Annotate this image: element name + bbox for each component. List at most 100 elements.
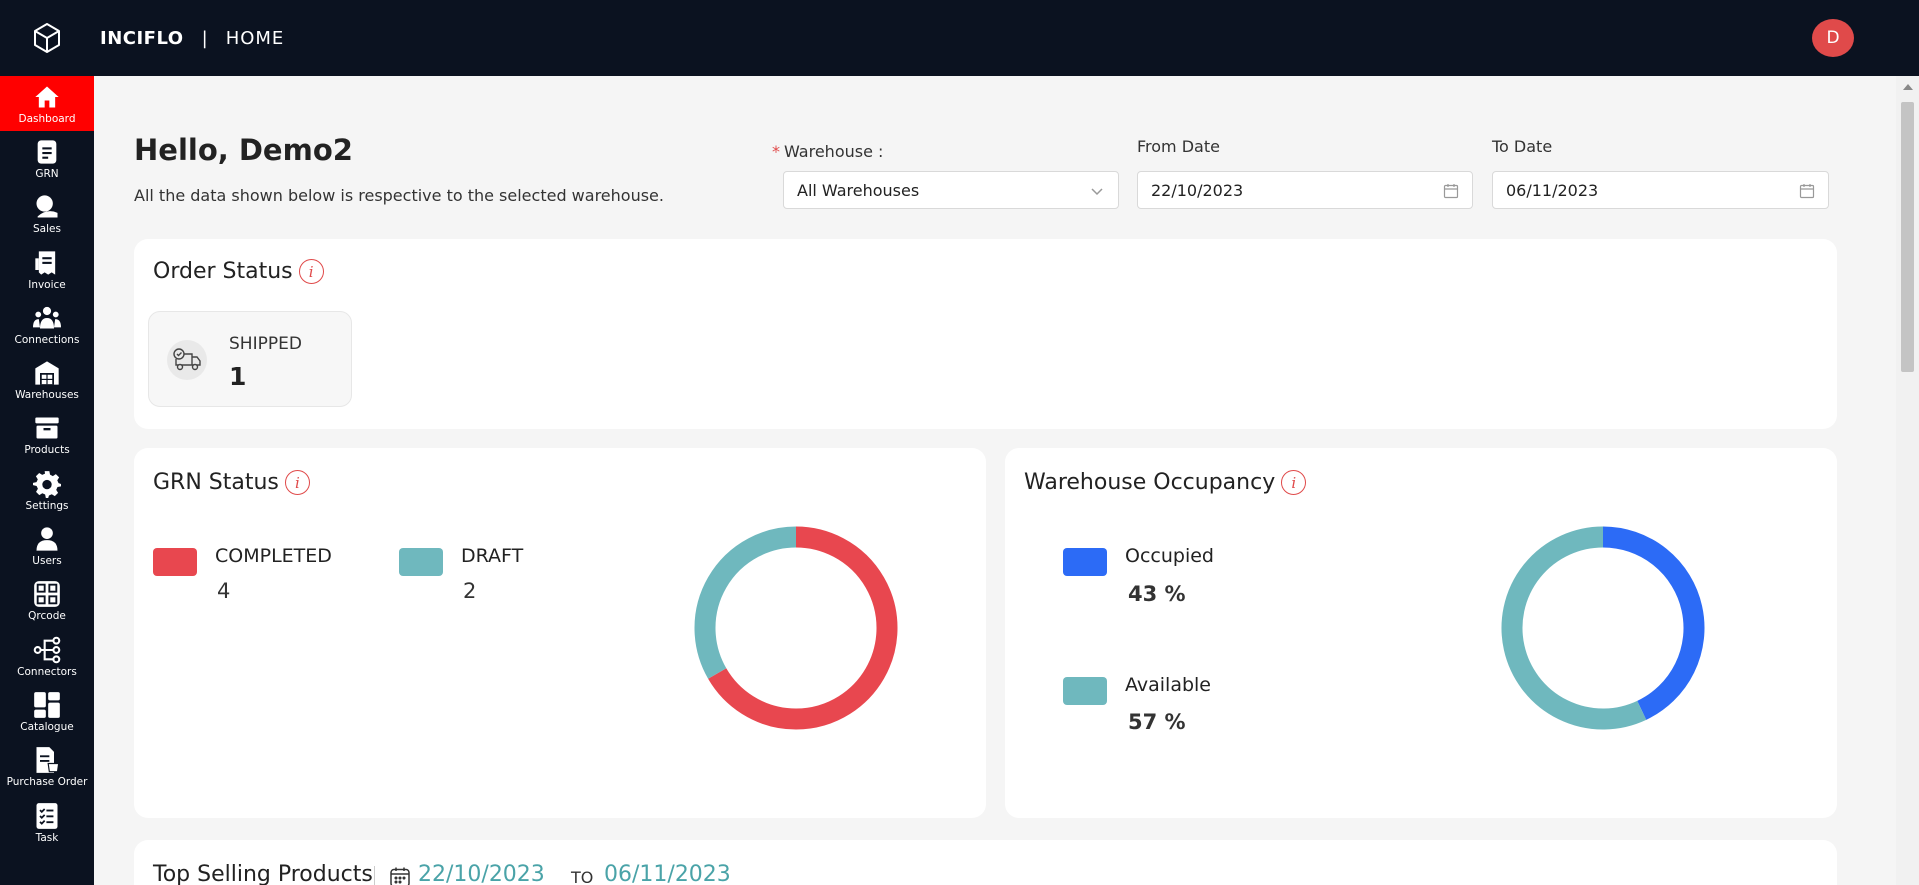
warehouse-select[interactable]: All Warehouses	[783, 171, 1119, 209]
home-icon	[35, 86, 59, 108]
sidebar-item-label: Warehouses	[15, 389, 79, 402]
required-marker: *	[772, 142, 780, 161]
sidebar-item-label: Settings	[25, 499, 69, 512]
box-icon	[35, 417, 59, 439]
top-selling-to-date: 06/11/2023	[604, 862, 731, 885]
from-date-label: From Date	[1137, 137, 1220, 156]
legend-swatch-occupied	[1063, 548, 1107, 576]
shipped-status-tile[interactable]: SHIPPED 1	[148, 311, 352, 407]
grn-status-donut-chart	[694, 526, 898, 730]
page-title: Hello, Demo2	[134, 133, 353, 167]
invoice-icon	[35, 250, 56, 275]
sidebar-item-connectors[interactable]: Connectors	[0, 629, 94, 684]
sidebar-item-purchase-order[interactable]: Purchase Order	[0, 740, 94, 795]
task-icon	[36, 802, 58, 829]
legend-value-completed: 4	[217, 579, 231, 603]
grn-status-title-text: GRN Status	[153, 470, 279, 495]
legend-value-draft: 2	[463, 579, 477, 603]
breadcrumb: HOME	[225, 27, 285, 49]
sidebar-item-label: Dashboard	[18, 112, 76, 125]
sidebar: Dashboard GRN Sales Invoice Connections …	[0, 76, 94, 885]
to-date-label: To Date	[1492, 137, 1553, 156]
donut-slice-occupied[interactable]	[1602, 526, 1705, 720]
info-icon[interactable]: i	[1281, 470, 1307, 495]
breadcrumb-separator: |	[201, 27, 208, 49]
page-subtitle: All the data shown below is respective t…	[134, 186, 664, 205]
warehouse-label: * Warehouse :	[772, 142, 883, 161]
sidebar-item-label: Connectors	[17, 665, 77, 678]
qrcode-icon	[34, 581, 60, 608]
legend-label-occupied: Occupied	[1125, 545, 1214, 567]
grn-status-title: GRN Status i	[153, 470, 310, 495]
top-selling-to-word: TO	[571, 868, 594, 885]
top-selling-from-date: 22/10/2023	[418, 862, 545, 885]
warehouse-occupancy-title: Warehouse Occupancy i	[1024, 470, 1307, 495]
legend-label-available: Available	[1125, 674, 1212, 696]
vertical-scrollbar[interactable]	[1896, 76, 1919, 885]
legend-value-occupied: 43 %	[1128, 582, 1186, 606]
calendar-icon[interactable]	[1799, 183, 1815, 199]
sidebar-item-warehouses[interactable]: Warehouses	[0, 352, 94, 407]
grn-status-card: GRN Status i COMPLETED 4 DRAFT 2	[134, 448, 986, 818]
sidebar-item-label: Purchase Order	[6, 776, 88, 789]
to-date-field[interactable]: 06/11/2023	[1492, 171, 1829, 209]
scrollbar-thumb[interactable]	[1901, 102, 1914, 372]
shipped-count: 1	[229, 362, 247, 391]
sidebar-item-label: Connections	[14, 333, 80, 346]
truck-icon	[167, 340, 207, 380]
sidebar-item-sales[interactable]: Sales	[0, 187, 94, 242]
warehouse-select-value: All Warehouses	[797, 180, 920, 200]
sidebar-item-label: GRN	[35, 167, 59, 180]
sidebar-item-grn[interactable]: GRN	[0, 131, 94, 186]
legend-swatch-draft	[399, 548, 443, 576]
sidebar-item-invoice[interactable]: Invoice	[0, 242, 94, 297]
donut-slice-available[interactable]	[1501, 526, 1647, 730]
calendar-icon[interactable]	[1443, 183, 1459, 199]
from-date-value: 22/10/2023	[1151, 180, 1244, 200]
chevron-down-icon	[1091, 188, 1103, 196]
sidebar-item-label: Sales	[33, 223, 61, 236]
sidebar-item-products[interactable]: Products	[0, 408, 94, 463]
legend-swatch-completed	[153, 548, 197, 576]
calendar-icon	[390, 867, 410, 885]
scroll-up-arrow-icon[interactable]	[1903, 84, 1913, 90]
user-icon	[36, 527, 58, 551]
sidebar-item-qrcode[interactable]: Qrcode	[0, 574, 94, 629]
to-date-value: 06/11/2023	[1506, 180, 1599, 200]
connectors-icon	[33, 636, 61, 663]
warehouse-icon	[35, 361, 59, 385]
sidebar-item-dashboard[interactable]: Dashboard	[0, 76, 94, 132]
from-date-field[interactable]: 22/10/2023	[1137, 171, 1473, 209]
main-content: Hello, Demo2 All the data shown below is…	[94, 76, 1896, 885]
purchase-order-icon	[36, 747, 60, 774]
avatar[interactable]: D	[1812, 19, 1854, 57]
sidebar-item-label: Users	[32, 555, 62, 568]
sidebar-item-settings[interactable]: Settings	[0, 463, 94, 518]
sidebar-item-users[interactable]: Users	[0, 518, 94, 573]
sidebar-item-label: Invoice	[28, 278, 66, 291]
sidebar-item-catalogue[interactable]: Catalogue	[0, 684, 94, 739]
gear-icon	[33, 470, 61, 498]
sidebar-item-label: Task	[35, 831, 59, 844]
info-icon[interactable]: i	[284, 470, 310, 495]
donut-slice-draft[interactable]	[694, 526, 797, 679]
sales-icon	[36, 195, 58, 218]
sidebar-item-label: Products	[24, 444, 70, 457]
sidebar-item-task[interactable]: Task	[0, 795, 94, 850]
legend-label-draft: DRAFT	[461, 545, 524, 567]
people-icon	[33, 306, 61, 329]
sidebar-item-connections[interactable]: Connections	[0, 297, 94, 352]
legend-value-available: 57 %	[1128, 710, 1186, 734]
legend-label-completed: COMPLETED	[215, 545, 332, 567]
warehouse-occupancy-card: Warehouse Occupancy i Occupied 43 % Avai…	[1005, 448, 1837, 818]
top-selling-title: Top Selling Products	[153, 862, 373, 885]
info-icon[interactable]: i	[298, 259, 324, 284]
warehouse-occupancy-donut-chart	[1501, 526, 1705, 730]
cube-logo-icon[interactable]	[0, 0, 94, 76]
sidebar-item-label: Qrcode	[28, 610, 66, 623]
top-selling-products-card: Top Selling Products 22/10/2023 TO 06/11…	[134, 840, 1837, 885]
warehouse-occupancy-title-text: Warehouse Occupancy	[1024, 470, 1276, 495]
shipped-label: SHIPPED	[229, 334, 302, 354]
legend-swatch-available	[1063, 677, 1107, 705]
top-bar: INCIFLO | HOME D	[0, 0, 1919, 76]
